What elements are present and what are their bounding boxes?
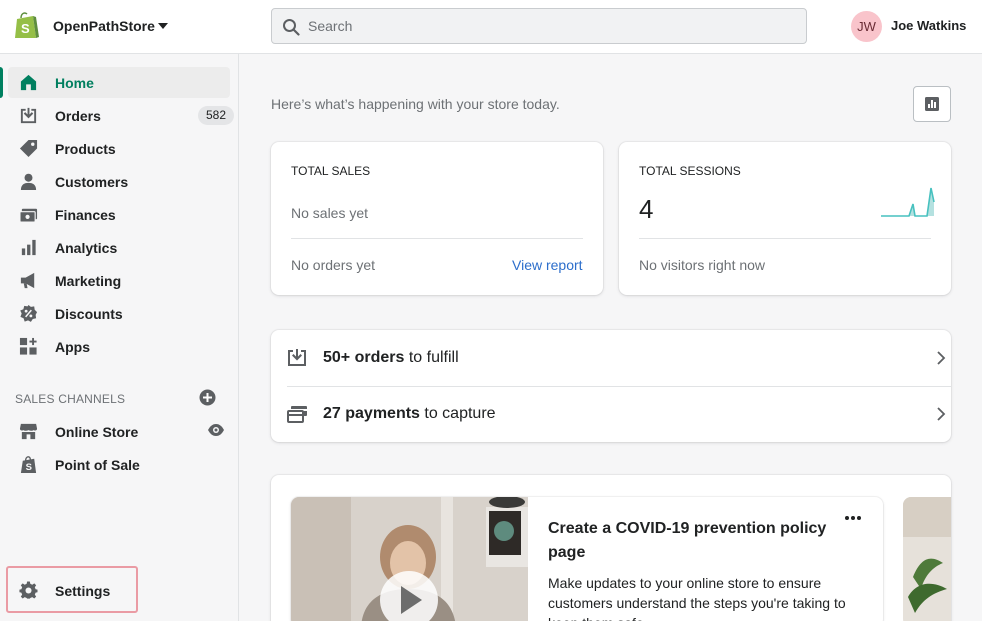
user-name[interactable]: Joe Watkins	[891, 18, 966, 33]
sidebar-item-label: Customers	[55, 174, 129, 190]
sidebar-item-point-of-sale[interactable]: S Point of Sale	[8, 449, 230, 480]
sidebar: Home Orders 582 Products Customers Finan…	[0, 54, 239, 621]
sidebar-item-label: Analytics	[55, 240, 118, 256]
video-thumbnail[interactable]	[291, 497, 528, 621]
visitors-text: No visitors right now	[639, 257, 766, 273]
orders-count-badge: 582	[198, 106, 234, 125]
search-icon	[283, 19, 300, 36]
pos-icon: S	[20, 456, 37, 473]
more-options-icon[interactable]	[843, 511, 863, 525]
next-feature-card[interactable]	[903, 497, 951, 621]
total-sessions-title: TOTAL SESSIONS	[639, 164, 741, 178]
sidebar-item-label: Discounts	[55, 306, 123, 322]
store-icon	[19, 423, 38, 440]
sidebar-item-label: Finances	[55, 207, 116, 223]
total-sessions-card: TOTAL SESSIONS 4 No visitors right now	[619, 142, 951, 295]
feature-cards-section: Create a COVID-19 prevention policy page…	[271, 475, 951, 621]
orders-action: to fulfill	[404, 349, 459, 366]
avatar[interactable]: JW	[851, 11, 882, 42]
tag-icon	[19, 139, 38, 158]
add-sales-channel-icon[interactable]	[199, 389, 216, 406]
card-description: Make updates to your online store to ens…	[548, 575, 846, 621]
todo-card: 50+ orders to fulfill 27 payments to cap…	[271, 330, 951, 442]
search-input[interactable]	[308, 9, 788, 43]
total-orders-text: No orders yet	[291, 257, 376, 273]
sidebar-item-orders[interactable]: Orders 582	[8, 100, 234, 131]
sidebar-item-finances[interactable]: Finances	[8, 199, 230, 230]
chevron-right-icon	[937, 351, 946, 365]
top-bar: S OpenPathStore JW Joe Watkins	[0, 0, 982, 54]
sidebar-item-label: Home	[55, 75, 94, 91]
payment-icon	[287, 406, 307, 423]
sidebar-item-customers[interactable]: Customers	[8, 166, 230, 197]
sidebar-item-label: Orders	[55, 108, 101, 124]
orders-icon	[20, 107, 37, 124]
svg-text:S: S	[26, 462, 32, 473]
payments-to-capture-row[interactable]: 27 payments to capture	[287, 386, 951, 442]
store-name[interactable]: OpenPathStore	[53, 18, 155, 34]
sidebar-item-label: Products	[55, 141, 116, 157]
sidebar-item-settings[interactable]: Settings	[8, 575, 230, 606]
total-sales-subtitle: No sales yet	[291, 205, 369, 221]
greeting-text: Here’s what’s happening with your store …	[271, 96, 560, 112]
chevron-right-icon	[937, 407, 946, 421]
search-bar[interactable]	[271, 8, 807, 44]
active-indicator	[0, 67, 3, 98]
sidebar-item-online-store[interactable]: Online Store	[8, 416, 230, 447]
finances-icon	[19, 208, 38, 223]
reports-button[interactable]	[913, 86, 951, 122]
sidebar-item-products[interactable]: Products	[8, 133, 230, 164]
payments-action: to capture	[419, 405, 496, 422]
covid-policy-card[interactable]: Create a COVID-19 prevention policy page…	[291, 497, 883, 621]
megaphone-icon	[20, 272, 35, 289]
orders-to-fulfill-text: 50+ orders to fulfill	[323, 349, 459, 367]
orders-count: 50+ orders	[323, 349, 405, 366]
sidebar-item-discounts[interactable]: Discounts	[8, 298, 230, 329]
fulfill-icon	[288, 349, 306, 366]
total-sessions-value: 4	[639, 194, 654, 224]
payments-count: 27 payments	[323, 405, 420, 422]
total-sales-title: TOTAL SALES	[291, 164, 371, 178]
next-card-thumbnail	[903, 497, 951, 621]
card-title: Create a COVID-19 prevention policy page	[548, 520, 827, 561]
eye-icon[interactable]	[207, 421, 225, 439]
view-report-link[interactable]: View report	[512, 257, 583, 273]
svg-text:S: S	[21, 21, 30, 36]
sidebar-item-label: Point of Sale	[55, 457, 140, 473]
sidebar-item-label: Apps	[55, 339, 90, 355]
sessions-sparkline	[881, 187, 935, 217]
bar-chart-icon	[21, 239, 36, 256]
orders-to-fulfill-row[interactable]: 50+ orders to fulfill	[287, 330, 951, 386]
report-chart-icon	[925, 97, 939, 111]
sales-channels-heading: SALES CHANNELS	[15, 392, 126, 406]
sidebar-item-home[interactable]: Home	[0, 67, 230, 98]
payments-to-capture-text: 27 payments to capture	[323, 405, 496, 423]
divider	[639, 238, 931, 239]
sidebar-item-label: Settings	[55, 583, 111, 599]
divider	[291, 238, 583, 239]
sidebar-item-label: Marketing	[55, 273, 122, 289]
total-sales-card: TOTAL SALES No sales yet No orders yet V…	[271, 142, 603, 295]
sidebar-item-label: Online Store	[55, 424, 139, 440]
discount-icon	[20, 304, 38, 322]
home-icon	[20, 74, 37, 91]
apps-icon	[19, 337, 37, 355]
chevron-down-icon[interactable]	[158, 23, 168, 29]
sidebar-item-apps[interactable]: Apps	[8, 331, 230, 362]
person-icon	[20, 173, 37, 191]
sidebar-item-analytics[interactable]: Analytics	[8, 232, 230, 263]
sidebar-item-marketing[interactable]: Marketing	[8, 265, 230, 296]
gear-icon	[19, 581, 38, 599]
shopify-logo-icon[interactable]: S	[13, 11, 39, 40]
